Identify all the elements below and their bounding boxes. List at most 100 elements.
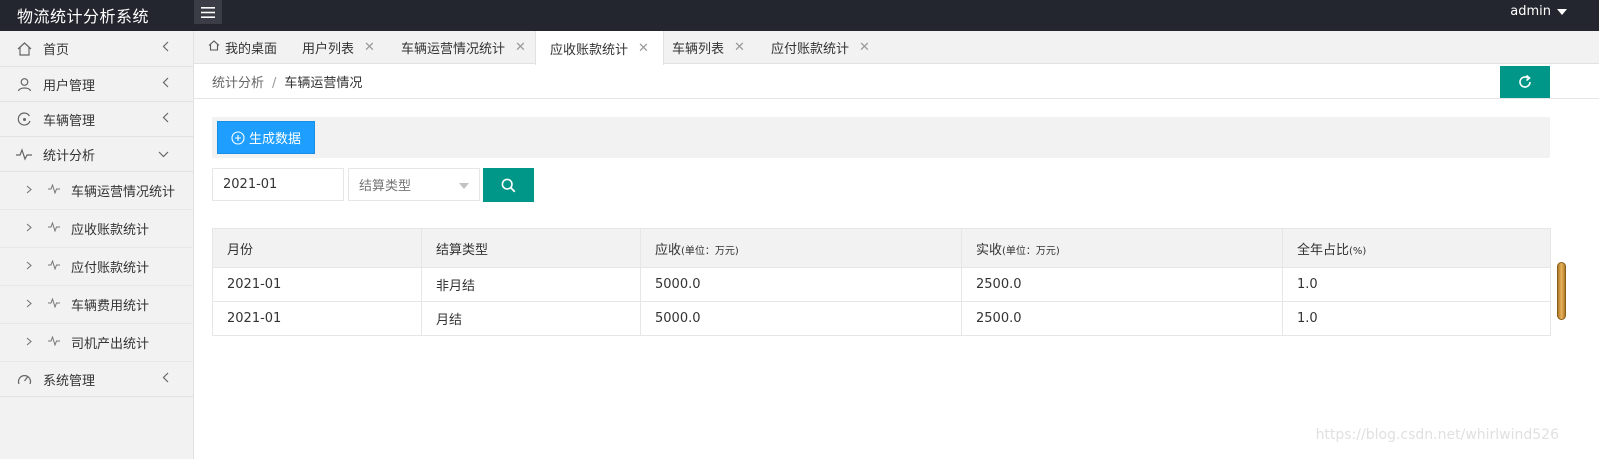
receivables-table: 月份 结算类型 应收(单位：万元) 实收(单位：万元) 全年占比(%) 2021… [212, 228, 1551, 336]
table-header-row: 月份 结算类型 应收(单位：万元) 实收(单位：万元) 全年占比(%) [212, 228, 1551, 268]
toolbar: 生成数据 [212, 117, 1550, 158]
pulse-icon [48, 221, 60, 236]
refresh-icon [1519, 74, 1531, 88]
pulse-icon [48, 259, 60, 274]
generate-data-label: 生成数据 [248, 132, 301, 147]
user-menu[interactable]: admin [1510, 4, 1567, 19]
column-header-received: 实收(单位：万元) [961, 228, 1283, 268]
sidebar-subitem-label: 车辆费用统计 [71, 299, 150, 314]
sidebar-item-statistics[interactable]: 统计分析 [0, 137, 193, 172]
settlement-type-placeholder: 结算类型 [359, 179, 412, 194]
chevron-right-icon [26, 183, 32, 198]
pulse-icon [16, 146, 32, 162]
close-icon[interactable]: ✕ [734, 40, 745, 55]
chevron-down-icon [158, 147, 169, 162]
search-icon [501, 178, 516, 192]
breadcrumb-current: 车辆运营情况 [284, 76, 363, 91]
scrollbar-thumb[interactable] [1557, 262, 1566, 320]
tab-receivables[interactable]: 应收账款统计 ✕ [535, 31, 664, 65]
cell-month: 2021-01 [212, 301, 422, 336]
dropdown-arrow-icon [459, 183, 469, 189]
cell-annual-ratio: 1.0 [1282, 267, 1551, 302]
month-input[interactable] [212, 168, 344, 201]
target-icon [16, 111, 32, 127]
close-icon[interactable]: ✕ [515, 40, 526, 55]
pulse-icon [48, 335, 60, 350]
chevron-right-icon [26, 221, 32, 236]
close-icon[interactable]: ✕ [364, 40, 375, 55]
menu-toggle-button[interactable] [194, 0, 222, 24]
unit-label: (单位：万元) [681, 245, 739, 257]
tab-label: 应付账款统计 [771, 42, 850, 57]
table-row: 2021-01 月结 5000.0 2500.0 1.0 [212, 301, 1551, 336]
chevron-left-icon [162, 372, 169, 387]
close-icon[interactable]: ✕ [859, 40, 870, 55]
generate-data-button[interactable]: 生成数据 [217, 121, 315, 154]
chevron-right-icon [26, 335, 32, 350]
tab-label: 我的桌面 [225, 42, 278, 57]
column-header-month: 月份 [212, 228, 422, 268]
chevron-left-icon [162, 77, 169, 92]
tab-label: 车辆列表 [672, 42, 725, 57]
settlement-type-select[interactable]: 结算类型 [348, 168, 480, 201]
watermark: https://blog.csdn.net/whirlwind526 [1315, 427, 1559, 443]
chevron-left-icon [162, 41, 169, 56]
sidebar-item-label: 系统管理 [43, 373, 96, 389]
close-icon[interactable]: ✕ [638, 41, 649, 56]
column-header-annual-ratio: 全年占比(%) [1282, 228, 1551, 268]
hamburger-icon [201, 6, 215, 18]
sidebar-subitem-vehicle-operation[interactable]: 车辆运营情况统计 [0, 172, 193, 210]
caret-down-icon [1557, 8, 1567, 15]
cell-settlement-type: 月结 [421, 301, 641, 336]
tab-label: 应收账款统计 [550, 42, 629, 58]
sidebar-subitem-vehicle-costs[interactable]: 车辆费用统计 [0, 286, 193, 324]
sidebar-subitem-receivables[interactable]: 应收账款统计 [0, 210, 193, 248]
sidebar: 首页 用户管理 车辆管理 统计分析 车辆运营情况统计 应收账款统计 应付账款统计… [0, 31, 194, 459]
chevron-left-icon [162, 112, 169, 127]
sidebar-item-home[interactable]: 首页 [0, 31, 193, 67]
sidebar-item-label: 用户管理 [43, 78, 96, 94]
divider [194, 98, 1599, 99]
tab-desktop[interactable]: 我的桌面 [208, 31, 277, 64]
cell-settlement-type: 非月结 [421, 267, 641, 302]
cell-receivable: 5000.0 [640, 267, 962, 302]
sidebar-item-vehicles[interactable]: 车辆管理 [0, 102, 193, 137]
refresh-button[interactable] [1500, 66, 1550, 98]
sidebar-subitem-label: 应收账款统计 [71, 223, 150, 238]
sidebar-subitem-payables[interactable]: 应付账款统计 [0, 248, 193, 286]
sidebar-item-system[interactable]: 系统管理 [0, 362, 193, 397]
tab-vehicle-operation[interactable]: 车辆运营情况统计 ✕ [401, 31, 526, 64]
tab-label: 用户列表 [302, 42, 355, 57]
tab-user-list[interactable]: 用户列表 ✕ [302, 31, 375, 64]
cell-received: 2500.0 [961, 301, 1283, 336]
pulse-icon [48, 183, 60, 198]
sidebar-subitem-label: 车辆运营情况统计 [71, 185, 176, 200]
breadcrumb-parent[interactable]: 统计分析 [212, 76, 264, 91]
unit-label: (%) [1349, 245, 1367, 257]
add-circle-icon [231, 130, 245, 145]
sidebar-item-label: 首页 [43, 43, 70, 58]
cell-month: 2021-01 [212, 267, 422, 302]
sidebar-item-users[interactable]: 用户管理 [0, 67, 193, 102]
sidebar-subitem-driver-output[interactable]: 司机产出统计 [0, 324, 193, 362]
pulse-icon [48, 297, 60, 312]
tab-payables[interactable]: 应付账款统计 ✕ [771, 31, 870, 64]
column-header-settlement-type: 结算类型 [421, 228, 641, 268]
breadcrumb: 统计分析 / 车辆运营情况 [212, 72, 362, 91]
tab-label: 车辆运营情况统计 [401, 42, 506, 57]
breadcrumb-separator: / [272, 76, 277, 91]
app-title: 物流统计分析系统 [17, 7, 150, 26]
tab-vehicle-list[interactable]: 车辆列表 ✕ [672, 31, 745, 64]
top-bar: 物流统计分析系统 admin [0, 0, 1599, 31]
table-row: 2021-01 非月结 5000.0 2500.0 1.0 [212, 267, 1551, 302]
chevron-right-icon [26, 259, 32, 274]
user-icon [16, 76, 32, 92]
chevron-right-icon [26, 297, 32, 312]
dashboard-icon [16, 371, 32, 387]
cell-receivable: 5000.0 [640, 301, 962, 336]
sidebar-subitem-label: 应付账款统计 [71, 261, 150, 276]
sidebar-item-label: 统计分析 [43, 148, 96, 164]
search-button[interactable] [483, 168, 534, 202]
tab-bar: 我的桌面 用户列表 ✕ 车辆运营情况统计 ✕ 应收账款统计 ✕ 车辆列表 ✕ 应… [194, 31, 1599, 65]
column-header-receivable: 应收(单位：万元) [640, 228, 962, 268]
